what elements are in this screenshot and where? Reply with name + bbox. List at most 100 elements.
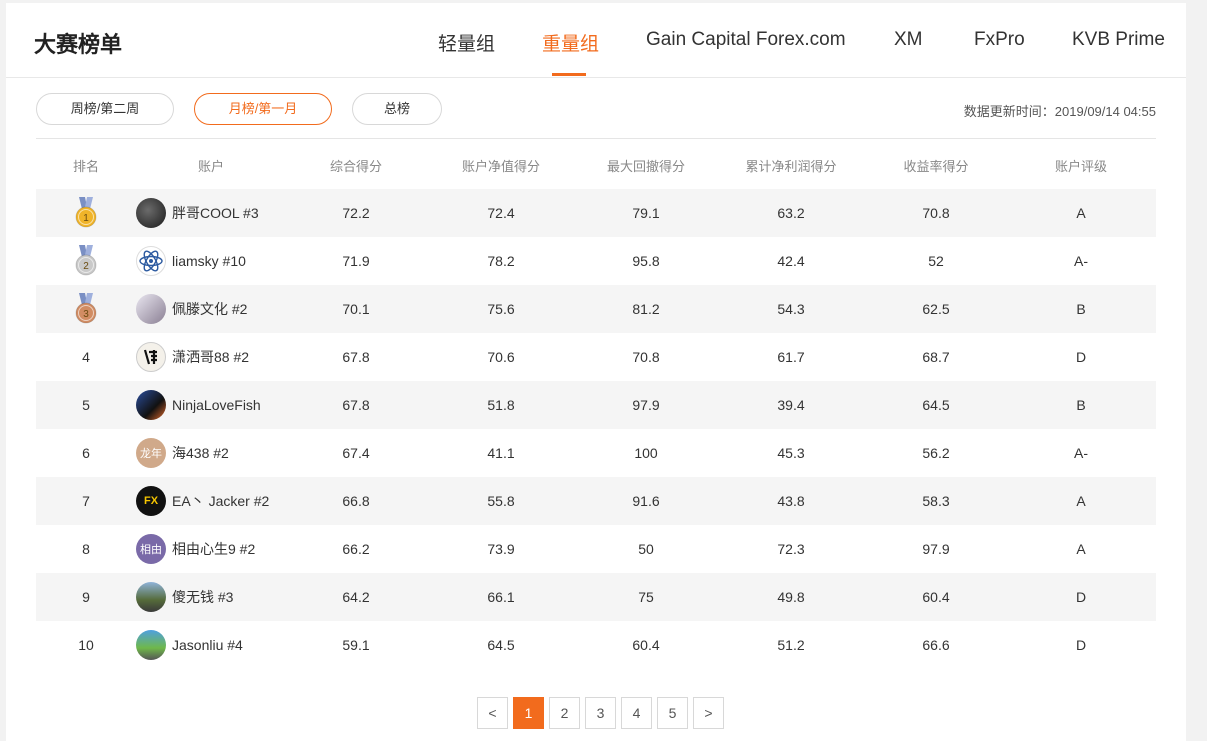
overall-ranking-button[interactable]: 总榜 [352,93,442,125]
col-profit: 累计净利润得分 [745,158,837,174]
drawdown-score-cell: 97.9 [632,397,660,413]
account-name[interactable]: EA丶 Jacker #2 [172,491,269,511]
account-name[interactable]: 佩滕文化 #2 [172,299,247,319]
active-tab-underline [552,73,586,76]
rating-cell: A [1076,541,1086,557]
fx-avatar[interactable]: FX [136,486,166,516]
table-row: 3 佩滕文化 #2 70.1 75.6 81.2 54.3 62.5 B [36,285,1156,333]
rank-cell: 10 [78,637,94,653]
drawdown-score-cell: 91.6 [632,493,660,509]
yield-score-cell: 60.4 [922,589,950,605]
account-name[interactable]: 潇洒哥88 #2 [172,347,249,367]
tab-gain-capital[interactable]: Gain Capital Forex.com [646,29,846,51]
yield-score-cell: 62.5 [922,301,950,317]
page-4-button[interactable]: 4 [621,697,652,729]
table-row: 10 Jasonliu #4 59.1 64.5 60.4 51.2 66.6 D [36,621,1156,669]
tab-kvb-prime[interactable]: KVB Prime [1072,29,1165,51]
gold-medal-icon: 1 [74,197,98,229]
weekly-ranking-button[interactable]: 周榜/第二周 [36,93,174,125]
prev-page-button[interactable]: < [477,697,508,729]
col-total: 综合得分 [329,158,382,174]
text-avatar[interactable]: 相由 [136,534,166,564]
page-5-button[interactable]: 5 [657,697,688,729]
account-name[interactable]: 相由心生9 #2 [172,539,255,559]
header: 大赛榜单 轻量组 重量组 Gain Capital Forex.com XM F… [6,3,1186,78]
equity-score-cell: 66.1 [487,589,515,605]
rank-cell: 7 [82,493,90,509]
yield-score-cell: 58.3 [922,493,950,509]
calligraphy-avatar[interactable] [136,342,166,372]
total-score-cell: 70.1 [342,301,370,317]
profit-score-cell: 72.3 [777,541,805,557]
text-avatar[interactable]: 龙年 [136,438,166,468]
account-cell: Jasonliu #4 [136,630,286,660]
col-yield: 收益率得分 [903,158,969,174]
account-cell: 潇洒哥88 #2 [136,342,286,372]
road-avatar[interactable] [136,630,166,660]
total-score-cell: 67.4 [342,445,370,461]
account-name[interactable]: 傻无钱 #3 [172,587,233,607]
equity-score-cell: 73.9 [487,541,515,557]
account-name[interactable]: Jasonliu #4 [172,637,243,653]
rating-cell: A [1076,205,1086,221]
dark-photo-avatar[interactable] [136,198,166,228]
yield-score-cell: 68.7 [922,349,950,365]
table-row: 5 NinjaLoveFish 67.8 51.8 97.9 39.4 64.5 B [36,381,1156,429]
page-2-button[interactable]: 2 [549,697,580,729]
table-row: 6 龙年 海438 #2 67.4 41.1 100 45.3 56.2 A- [36,429,1156,477]
tab-heavy[interactable]: 重量组 [542,29,599,56]
table-row: 2 liamsky #10 71.9 78.2 95.8 42.4 52 A- [36,237,1156,285]
account-name[interactable]: liamsky #10 [172,253,246,269]
silver-medal-icon: 2 [74,245,98,277]
rank-cell: 1 [36,197,136,229]
page-1-button[interactable]: 1 [513,697,544,729]
rating-cell: D [1075,637,1087,653]
equity-score-cell: 55.8 [487,493,515,509]
rating-cell: B [1076,397,1086,413]
account-name[interactable]: NinjaLoveFish [172,397,261,413]
tab-light[interactable]: 轻量组 [438,29,495,56]
profit-score-cell: 51.2 [777,637,805,653]
table-row: 4 潇洒哥88 #2 67.8 70.6 70.8 61.7 68.7 D [36,333,1156,381]
page-3-button[interactable]: 3 [585,697,616,729]
atom-avatar[interactable] [136,246,166,276]
account-cell: 龙年 海438 #2 [136,438,286,468]
equity-score-cell: 72.4 [487,205,515,221]
drawdown-score-cell: 81.2 [632,301,660,317]
yield-score-cell: 70.8 [922,205,950,221]
svg-text:2: 2 [83,261,89,272]
account-cell: NinjaLoveFish [136,390,286,420]
yield-score-cell: 64.5 [922,397,950,413]
account-cell: 相由 相由心生9 #2 [136,534,286,564]
rating-cell: A- [1074,253,1088,269]
yield-score-cell: 52 [928,253,944,269]
next-page-button[interactable]: > [693,697,724,729]
equity-score-cell: 70.6 [487,349,515,365]
figure-avatar[interactable] [136,294,166,324]
monthly-ranking-button[interactable]: 月榜/第一月 [194,93,332,125]
account-cell: 佩滕文化 #2 [136,294,286,324]
account-name[interactable]: 海438 #2 [172,443,229,463]
drawdown-score-cell: 60.4 [632,637,660,653]
drawdown-score-cell: 50 [638,541,654,557]
account-cell: liamsky #10 [136,246,286,276]
account-cell: FX EA丶 Jacker #2 [136,486,286,516]
tab-xm[interactable]: XM [894,29,923,51]
rank-cell: 3 [36,293,136,325]
table-row: 7 FX EA丶 Jacker #2 66.8 55.8 91.6 43.8 58.3 A [36,477,1156,525]
account-name[interactable]: 胖哥COOL #3 [172,203,259,223]
bronze-medal-icon: 3 [74,293,98,325]
equity-score-cell: 75.6 [487,301,515,317]
landscape-avatar[interactable] [136,582,166,612]
update-time: 数据更新时间：2019/09/14 04:55 [963,104,1156,119]
table-row: 1 胖哥COOL #3 72.2 72.4 79.1 63.2 70.8 A [36,189,1156,237]
tab-fxpro[interactable]: FxPro [974,29,1025,51]
filter-bar: 周榜/第二周 月榜/第一月 总榜 数据更新时间：2019/09/14 04:55 [6,78,1186,139]
rank-cell: 2 [36,245,136,277]
account-cell: 傻无钱 #3 [136,582,286,612]
ninja-avatar[interactable] [136,390,166,420]
rank-cell: 5 [82,397,90,413]
col-account: 账户 [197,158,224,174]
rank-cell: 6 [82,445,90,461]
profit-score-cell: 45.3 [777,445,805,461]
